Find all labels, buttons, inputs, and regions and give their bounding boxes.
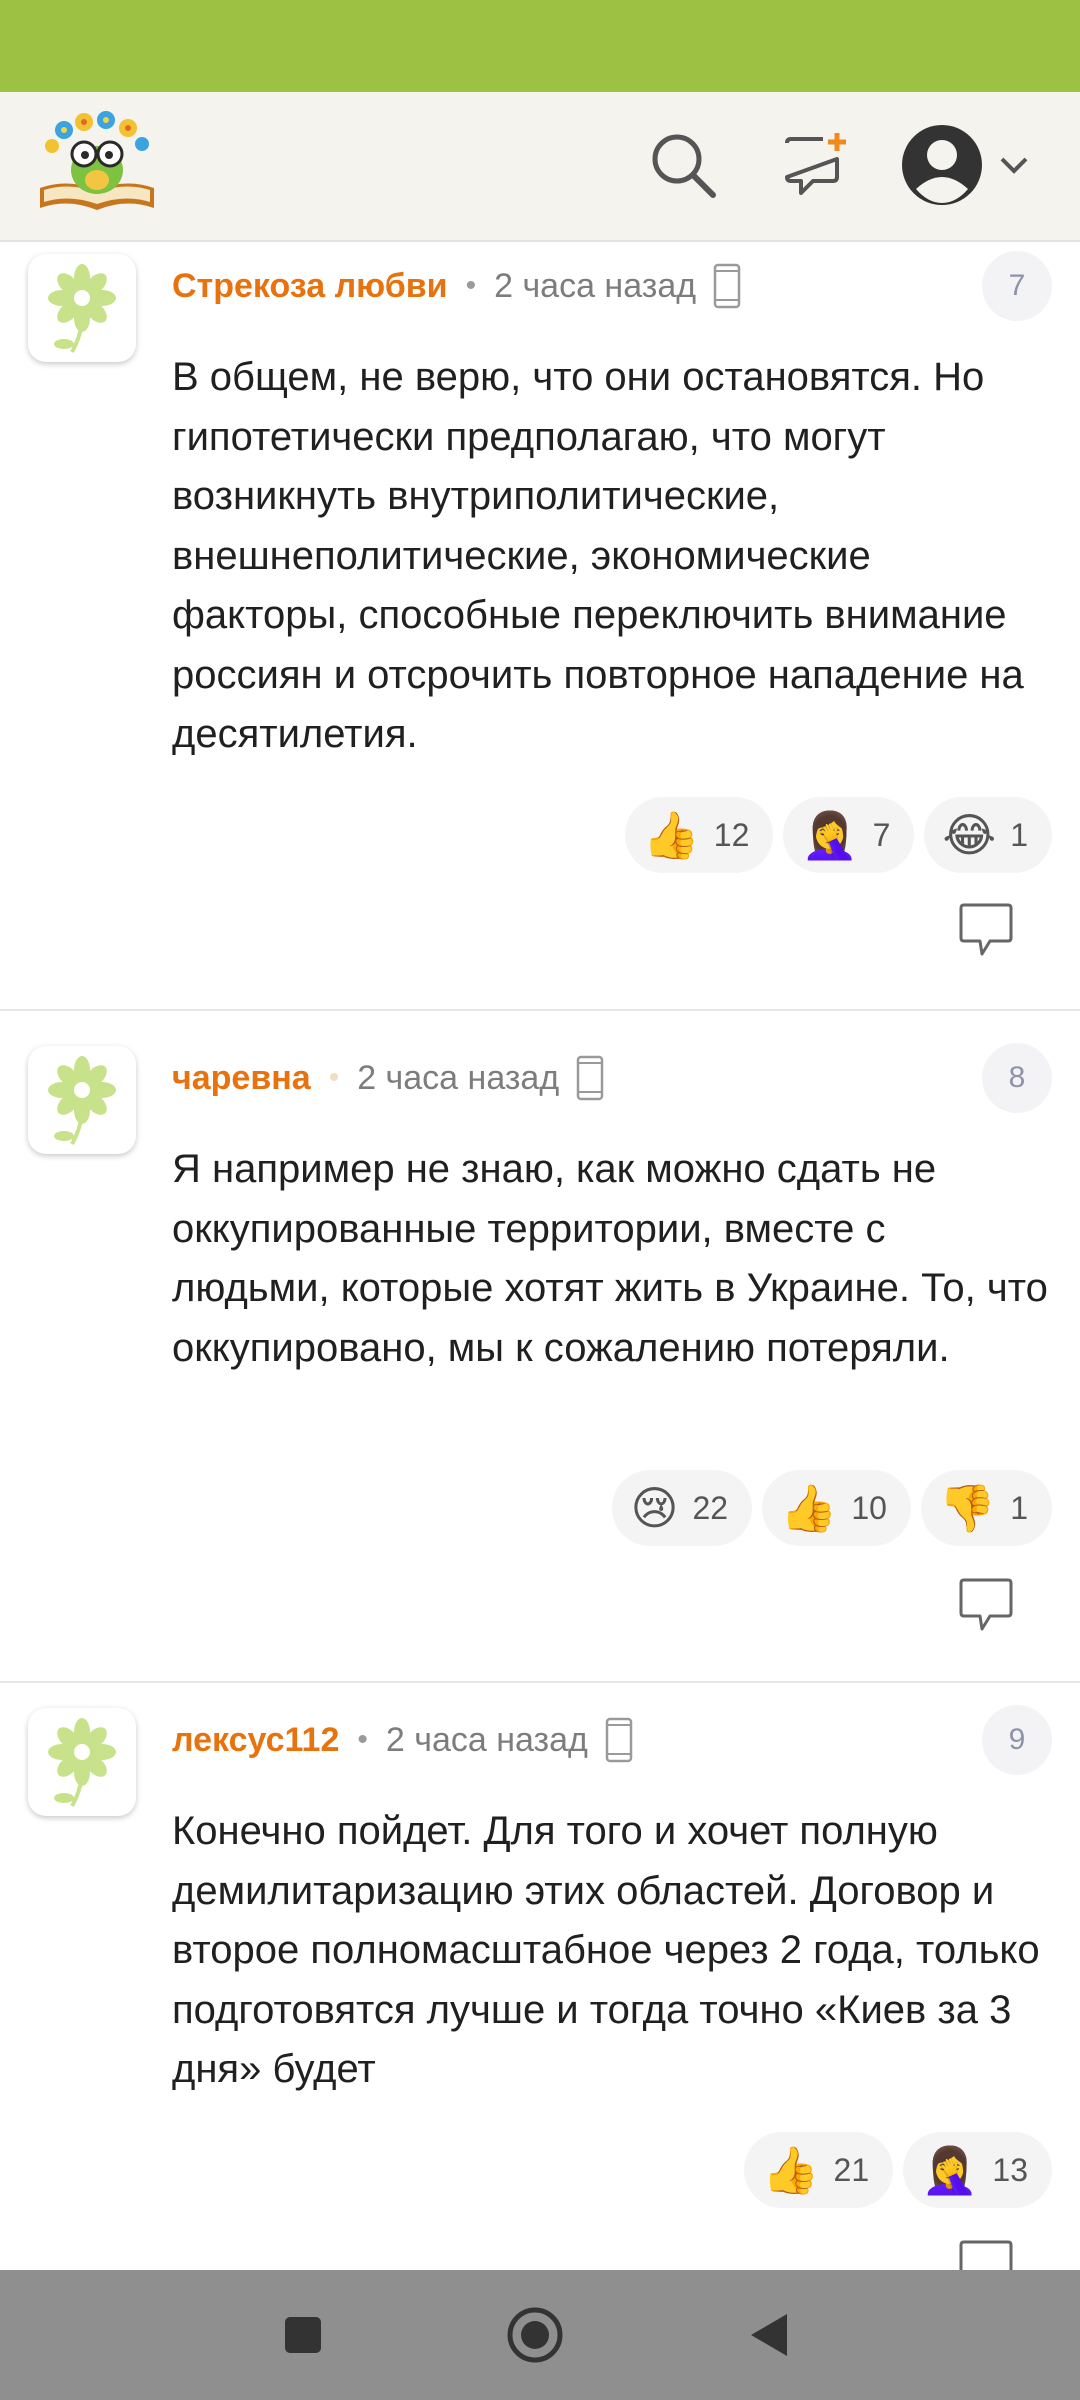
thumbs-up-icon: 👍 bbox=[780, 1482, 838, 1534]
comment-time: 2 часа назад bbox=[494, 266, 697, 305]
reactions-bar: 😢 22 👍 10 👎 1 bbox=[612, 1470, 1052, 1546]
reaction-count: 10 bbox=[851, 1489, 887, 1526]
search-icon[interactable] bbox=[640, 122, 726, 208]
reaction-facepalm[interactable]: 🤦‍♀️ 7 bbox=[783, 797, 915, 873]
avatar-icon bbox=[902, 125, 982, 205]
square-icon[interactable] bbox=[268, 2300, 338, 2370]
comment-author[interactable]: Стрекоза любви bbox=[172, 267, 448, 306]
reaction-thumbs-down[interactable]: 👎 1 bbox=[920, 1470, 1052, 1546]
reactions-bar: 👍 21 🤦‍♀️ 13 bbox=[744, 2132, 1052, 2208]
comment-text: В общем, не верю, что они остановятся. Н… bbox=[172, 355, 1024, 756]
reaction-count: 22 bbox=[692, 1489, 729, 1526]
comment-avatar[interactable] bbox=[28, 1708, 136, 1816]
comment-text: Конечно пойдет. Для того и хочет полную … bbox=[172, 1809, 1040, 2091]
thumbs-up-icon: 👍 bbox=[762, 2144, 820, 2196]
reply-icon[interactable] bbox=[956, 1577, 1016, 1633]
comment-time: 2 часа назад bbox=[385, 1720, 588, 1759]
comments-feed[interactable]: Стрекоза любви • 2 часа назад 7 В общем,… bbox=[0, 242, 1080, 2270]
separator-dot: • bbox=[328, 1061, 340, 1094]
reaction-thumbs-up[interactable]: 👍 12 bbox=[624, 797, 774, 873]
phone-icon bbox=[712, 263, 742, 309]
laughing-icon: 😂 bbox=[942, 809, 997, 861]
phone-icon bbox=[575, 1055, 605, 1101]
reply-icon[interactable] bbox=[956, 2239, 1016, 2270]
separator-dot: • bbox=[357, 1723, 368, 1756]
home-circle-icon[interactable] bbox=[500, 2300, 570, 2370]
comment-meta: чаревна • 2 часа назад bbox=[172, 1048, 605, 1108]
thumbs-up-icon: 👍 bbox=[642, 809, 700, 861]
new-post-icon[interactable] bbox=[772, 122, 858, 208]
reaction-count: 7 bbox=[872, 816, 891, 853]
comment-meta: лексус112 • 2 часа назад bbox=[172, 1710, 634, 1770]
reactions-bar: 👍 12 🤦‍♀️ 7 😂 1 bbox=[624, 797, 1052, 873]
comment-number: 9 bbox=[982, 1705, 1052, 1775]
separator-dot: • bbox=[465, 269, 477, 302]
comment-divider bbox=[0, 1681, 1080, 1683]
comment-time: 2 часа назад bbox=[357, 1058, 560, 1097]
reaction-laugh[interactable]: 😂 1 bbox=[924, 797, 1052, 873]
reaction-count: 21 bbox=[833, 2151, 870, 2188]
comment-number: 8 bbox=[982, 1043, 1052, 1113]
site-logo[interactable] bbox=[34, 108, 160, 220]
reaction-crying[interactable]: 😢 22 bbox=[612, 1470, 753, 1546]
comment-meta: Стрекоза любви • 2 часа назад bbox=[172, 256, 742, 316]
thumbs-down-icon: 👎 bbox=[938, 1482, 997, 1534]
reaction-count: 1 bbox=[1010, 816, 1028, 853]
reaction-count: 13 bbox=[992, 2151, 1028, 2188]
reaction-count: 12 bbox=[713, 816, 750, 853]
comment-avatar[interactable] bbox=[28, 254, 136, 362]
reaction-thumbs-up[interactable]: 👍 21 bbox=[744, 2132, 894, 2208]
comment-author[interactable]: чаревна bbox=[172, 1059, 311, 1098]
crying-icon: 😢 bbox=[630, 1482, 679, 1534]
comment-number: 7 bbox=[982, 251, 1052, 321]
comment-divider bbox=[0, 1009, 1080, 1011]
reaction-count: 1 bbox=[1010, 1489, 1028, 1526]
facepalm-icon: 🤦‍♀️ bbox=[801, 809, 859, 861]
status-bar bbox=[0, 0, 1080, 92]
comment-author[interactable]: лексус112 bbox=[172, 1721, 339, 1760]
phone-icon bbox=[604, 1717, 634, 1763]
comment-avatar[interactable] bbox=[28, 1046, 136, 1154]
back-triangle-icon[interactable] bbox=[734, 2300, 804, 2370]
comment-text: Я например не знаю, как можно сдать не о… bbox=[172, 1147, 1048, 1370]
app-header bbox=[0, 92, 1080, 242]
chevron-down-icon bbox=[1000, 157, 1028, 174]
system-nav-bar bbox=[0, 2270, 1080, 2400]
reaction-facepalm[interactable]: 🤦‍♀️ 13 bbox=[903, 2132, 1052, 2208]
reaction-thumbs-up[interactable]: 👍 10 bbox=[762, 1470, 911, 1546]
reply-icon[interactable] bbox=[956, 902, 1016, 958]
profile-menu[interactable] bbox=[900, 122, 1040, 208]
facepalm-icon: 🤦‍♀️ bbox=[921, 2144, 979, 2196]
